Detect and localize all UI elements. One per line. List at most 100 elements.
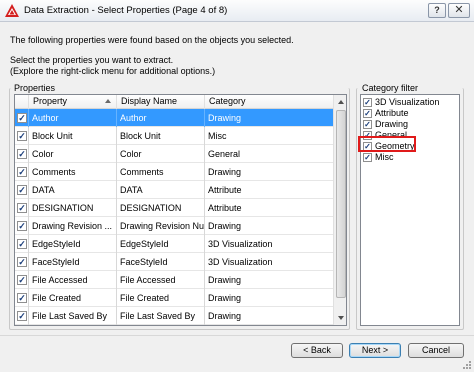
close-button[interactable]: ✕ <box>448 3 470 18</box>
grid-header: Property Display Name Category <box>15 95 333 109</box>
row-checkbox-cell[interactable]: ✓ <box>15 181 29 199</box>
display-name-cell[interactable]: File Last Saved By <box>117 307 205 325</box>
category-cell: Drawing <box>208 167 242 177</box>
property-cell: File Accessed <box>29 271 117 289</box>
display-name-cell[interactable]: EdgeStyleId <box>117 235 205 253</box>
row-checkbox[interactable]: ✓ <box>17 275 27 285</box>
category-cell: Drawing <box>208 293 242 303</box>
row-checkbox-cell[interactable]: ✓ <box>15 307 29 325</box>
row-checkbox-cell[interactable]: ✓ <box>15 199 29 217</box>
table-row[interactable]: ✓ File Accessed File Accessed Drawing <box>15 271 333 289</box>
header-category[interactable]: Category <box>205 95 333 109</box>
row-checkbox-cell[interactable]: ✓ <box>15 127 29 145</box>
category-checkbox[interactable]: ✓ <box>363 109 372 118</box>
category-cell: 3D Visualization <box>208 239 273 249</box>
category-filter-list[interactable]: ✓ 3D Visualization ✓ Attribute ✓ Drawing ✓ Gene… <box>360 94 460 326</box>
scroll-up-button[interactable] <box>334 95 346 109</box>
display-name-cell[interactable]: File Created <box>117 289 205 307</box>
row-checkbox-cell[interactable]: ✓ <box>15 289 29 307</box>
scroll-down-button[interactable] <box>334 311 346 325</box>
property-cell: File Last Saved By <box>29 307 117 325</box>
display-name-cell[interactable]: Drawing Revision Nu... <box>117 217 205 235</box>
category-checkbox[interactable]: ✓ <box>363 153 372 162</box>
display-name-cell[interactable]: File Location <box>117 325 205 326</box>
row-checkbox[interactable]: ✓ <box>17 185 27 195</box>
display-name-cell[interactable]: Comments <box>117 163 205 181</box>
display-name-cell[interactable]: FaceStyleId <box>117 253 205 271</box>
category-checkbox[interactable]: ✓ <box>363 98 372 107</box>
row-checkbox-cell[interactable]: ✓ <box>15 253 29 271</box>
intro-text: The following properties were found base… <box>10 35 294 45</box>
row-checkbox-cell[interactable]: ✓ <box>15 145 29 163</box>
category-item[interactable]: ✓ 3D Visualization <box>363 97 457 108</box>
category-cell: Drawing <box>208 311 242 321</box>
row-checkbox[interactable]: ✓ <box>17 167 27 177</box>
table-row[interactable]: ✓ FaceStyleId FaceStyleId 3D Visualization <box>15 253 333 271</box>
category-checkbox[interactable]: ✓ <box>363 120 372 129</box>
header-checkbox-column[interactable] <box>15 95 29 109</box>
title-bar[interactable]: Data Extraction - Select Properties (Pag… <box>0 0 474 22</box>
category-cell: Attribute <box>208 203 242 213</box>
table-row[interactable]: ✓ Block Unit Block Unit Misc <box>15 127 333 145</box>
row-checkbox-cell[interactable]: ✓ <box>15 235 29 253</box>
properties-grid[interactable]: Property Display Name Category ✓ Author Au… <box>14 94 347 326</box>
display-name-cell[interactable]: Color <box>117 145 205 163</box>
property-cell: Color <box>29 145 117 163</box>
table-row[interactable]: ✓ Author Author Drawing <box>15 109 333 127</box>
cancel-button[interactable]: Cancel <box>408 343 464 358</box>
row-checkbox[interactable]: ✓ <box>17 257 27 267</box>
next-button[interactable]: Next > <box>349 343 401 358</box>
row-checkbox-cell[interactable]: ✓ <box>15 109 29 127</box>
table-row[interactable]: ✓ DATA DATA Attribute <box>15 181 333 199</box>
row-checkbox[interactable]: ✓ <box>17 221 27 231</box>
table-row[interactable]: ✓ File Last Saved By File Last Saved By Dra… <box>15 307 333 325</box>
scroll-thumb[interactable] <box>336 110 346 298</box>
category-filter-label: Category filter <box>360 83 421 93</box>
instruction-text: Select the properties you want to extrac… <box>10 55 174 65</box>
property-cell: EdgeStyleId <box>29 235 117 253</box>
table-row[interactable]: ✓ Comments Comments Drawing <box>15 163 333 181</box>
table-row[interactable]: ✓ File Created File Created Drawing <box>15 289 333 307</box>
header-display-name[interactable]: Display Name <box>117 95 205 109</box>
category-cell: General <box>208 149 241 159</box>
row-checkbox-cell[interactable]: ✓ <box>15 271 29 289</box>
row-checkbox[interactable]: ✓ <box>17 131 27 141</box>
row-checkbox-cell[interactable]: ✓ <box>15 163 29 181</box>
table-row[interactable]: ✓ EdgeStyleId EdgeStyleId 3D Visualization <box>15 235 333 253</box>
row-checkbox[interactable]: ✓ <box>17 311 27 321</box>
header-property[interactable]: Property <box>29 95 117 109</box>
display-name-cell[interactable]: Author <box>117 109 205 127</box>
row-checkbox-cell[interactable]: ✓ <box>15 217 29 235</box>
row-checkbox[interactable]: ✓ <box>17 239 27 249</box>
row-checkbox[interactable]: ✓ <box>17 203 27 213</box>
property-cell: FaceStyleId <box>29 253 117 271</box>
category-cell: Misc <box>208 131 227 141</box>
table-row[interactable]: ✓File LocationFile LocationDrawing <box>15 325 333 326</box>
back-button[interactable]: < Back <box>291 343 343 358</box>
category-cell: Drawing <box>208 221 242 231</box>
display-name-cell[interactable]: File Accessed <box>117 271 205 289</box>
help-button[interactable]: ? <box>428 3 446 18</box>
table-row[interactable]: ✓ Color Color General <box>15 145 333 163</box>
resize-grip-icon[interactable] <box>462 360 472 370</box>
table-row[interactable]: ✓ DESIGNATION DESIGNATION Attribute <box>15 199 333 217</box>
row-checkbox-cell[interactable]: ✓ <box>15 325 29 326</box>
property-cell: Author <box>29 109 117 127</box>
category-cell: Attribute <box>208 185 242 195</box>
autocad-app-icon[interactable] <box>4 3 20 19</box>
category-item[interactable]: ✓ Attribute <box>363 108 457 119</box>
grid-vertical-scrollbar[interactable] <box>333 95 346 325</box>
row-checkbox[interactable]: ✓ <box>17 293 27 303</box>
window-title: Data Extraction - Select Properties (Pag… <box>24 5 228 16</box>
row-checkbox[interactable]: ✓ <box>17 113 27 123</box>
property-cell: Comments <box>29 163 117 181</box>
display-name-cell[interactable]: DATA <box>117 181 205 199</box>
display-name-cell[interactable]: Block Unit <box>117 127 205 145</box>
category-item[interactable]: ✓ Misc <box>363 152 457 163</box>
display-name-cell[interactable]: DESIGNATION <box>117 199 205 217</box>
category-item[interactable]: ✓ Drawing <box>363 119 457 130</box>
row-checkbox[interactable]: ✓ <box>17 149 27 159</box>
property-cell: File Created <box>29 289 117 307</box>
table-row[interactable]: ✓ Drawing Revision ... Drawing Revision Nu… <box>15 217 333 235</box>
property-cell: File Location <box>29 325 117 326</box>
